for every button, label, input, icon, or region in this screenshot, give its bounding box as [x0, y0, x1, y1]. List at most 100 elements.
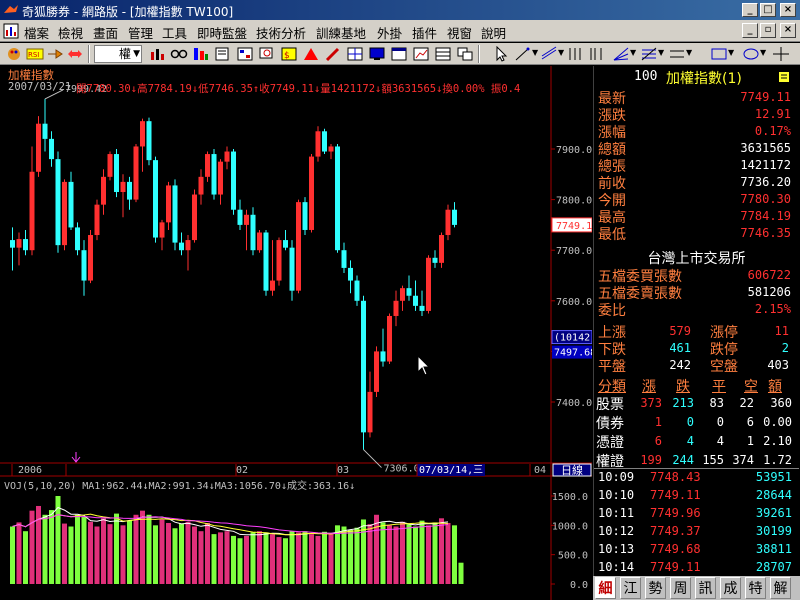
tab-item[interactable]: 周: [670, 577, 691, 599]
grid-icon[interactable]: [346, 46, 364, 62]
tick-time: 10:12: [598, 524, 635, 538]
chevron-down-icon[interactable]: ▼: [532, 48, 538, 57]
low-annotation-leader: [363, 449, 382, 468]
volume-bar: [387, 525, 392, 584]
arrow-right-icon[interactable]: [46, 46, 64, 62]
fibonacci-icon[interactable]: [640, 46, 658, 62]
menu-training[interactable]: 訓練基地: [316, 23, 366, 42]
chevron-down-icon[interactable]: ▼: [686, 48, 692, 57]
pointer-icon[interactable]: [492, 46, 510, 62]
mdi-close-button[interactable]: ×: [780, 23, 796, 38]
candle-body: [328, 146, 334, 152]
tab-item[interactable]: 江: [620, 577, 641, 599]
window-icon[interactable]: [390, 46, 408, 62]
table-icon[interactable]: [434, 46, 452, 62]
rectangle-tool-icon[interactable]: [710, 46, 728, 62]
menu-monitor[interactable]: 即時監盤: [197, 23, 247, 42]
tab-item[interactable]: 成: [720, 577, 741, 599]
chevron-down-icon[interactable]: ▼: [728, 48, 734, 57]
close-button[interactable]: ×: [780, 3, 796, 17]
candle-body: [185, 240, 191, 251]
menu-tools[interactable]: 工具: [162, 23, 187, 42]
candle-body: [140, 121, 145, 147]
tick-volume: 53951: [755, 470, 792, 484]
line-tool-icon[interactable]: [514, 46, 532, 62]
volume-bar: [322, 531, 327, 584]
parallel-lines-icon[interactable]: [668, 46, 686, 62]
chevron-down-icon[interactable]: ▼: [658, 48, 664, 57]
menu-manage[interactable]: 管理: [128, 23, 153, 42]
glasses-icon[interactable]: [170, 46, 188, 62]
document-icon[interactable]: [3, 23, 19, 39]
ellipse-tool-icon[interactable]: [742, 46, 760, 62]
menu-help[interactable]: 說明: [481, 23, 506, 42]
vertical-lines-icon[interactable]: [566, 46, 584, 62]
menu-screen[interactable]: 畫面: [93, 23, 118, 42]
maximize-button[interactable]: □: [760, 3, 776, 17]
crosshair-icon[interactable]: [772, 46, 790, 62]
menu-window[interactable]: 視窗: [447, 23, 472, 42]
tab-item[interactable]: 解: [770, 577, 791, 599]
bars-icon[interactable]: [192, 46, 210, 62]
mode-select[interactable]: 權 ▼: [94, 45, 142, 63]
mdi-minimize-button[interactable]: _: [742, 23, 758, 38]
chart-bar-icon[interactable]: [148, 46, 166, 62]
list-icon[interactable]: [778, 71, 790, 83]
quote-pane: 100 加權指數(1) 最新 7749.11 漲跌 12.91 漲幅 0.17% 總額 363…: [593, 66, 800, 600]
volume-bar: [276, 537, 282, 584]
quote-value: 0.17%: [754, 124, 791, 138]
trend-tool-icon[interactable]: [540, 46, 558, 62]
multi-window-icon[interactable]: [456, 46, 474, 62]
candlestick-chart[interactable]: 7400.007500.007600.007700.007800.007900.…: [0, 66, 592, 600]
tick-time: 10:14: [598, 560, 635, 574]
menu-analysis[interactable]: 技術分析: [256, 23, 306, 42]
chevron-down-icon[interactable]: ▼: [760, 48, 766, 57]
breadth-value: 242: [669, 358, 691, 372]
quote-row: 最低 7746.35: [594, 224, 799, 243]
tab-item[interactable]: 特: [745, 577, 766, 599]
alert-icon[interactable]: [302, 46, 320, 62]
quote-symbol-name: 加權指數(1): [666, 71, 742, 87]
volume-bar: [88, 521, 93, 584]
tick-volume: 30199: [755, 524, 792, 538]
menu-view[interactable]: 檢視: [58, 23, 83, 42]
chart-pane[interactable]: 7400.007500.007600.007700.007800.007900.…: [0, 66, 592, 600]
list-icon[interactable]: [236, 46, 254, 62]
menu-addon[interactable]: 插件: [412, 23, 437, 42]
tab-item[interactable]: 細: [595, 577, 616, 599]
volume-bar: [432, 522, 438, 584]
tick-price: 7748.43: [650, 470, 701, 484]
candle-body: [250, 214, 256, 251]
book-row: 委比 2.15%: [594, 300, 799, 319]
chevron-down-icon[interactable]: ▼: [558, 48, 564, 57]
tab-item[interactable]: 勢: [645, 577, 666, 599]
candle-body: [10, 240, 15, 248]
volume-bar: [413, 526, 418, 584]
app-fox-icon: [4, 5, 18, 13]
tab-item[interactable]: 訊: [695, 577, 716, 599]
quote-value: 12.91: [754, 107, 791, 121]
period-lines-icon[interactable]: [588, 46, 606, 62]
fan-lines-icon[interactable]: [612, 46, 630, 62]
tick-price: 7749.96: [650, 506, 701, 520]
search-icon[interactable]: [258, 46, 276, 62]
brush-icon[interactable]: [324, 46, 342, 62]
tick-volume: 39261: [755, 506, 792, 520]
volume-bar: [211, 534, 217, 584]
quote-header: 100 加權指數(1): [594, 68, 799, 87]
chevron-down-icon[interactable]: ▼: [630, 48, 636, 57]
monitor-icon[interactable]: [368, 46, 386, 62]
time-label: 03: [337, 465, 349, 476]
mdi-restore-button[interactable]: ▫: [760, 23, 776, 38]
palette-icon[interactable]: [6, 46, 24, 62]
stamp-icon[interactable]: $: [280, 46, 298, 62]
chart-window-icon[interactable]: [412, 46, 430, 62]
rsi-icon[interactable]: RSI: [26, 46, 44, 62]
minimize-button[interactable]: _: [742, 3, 758, 17]
book-icon[interactable]: [214, 46, 232, 62]
menu-file[interactable]: 檔案: [24, 23, 49, 42]
volume-bar: [283, 538, 288, 584]
swap-icon[interactable]: [66, 46, 84, 62]
menu-plugin[interactable]: 外掛: [377, 23, 402, 42]
volume-bar: [335, 525, 340, 584]
